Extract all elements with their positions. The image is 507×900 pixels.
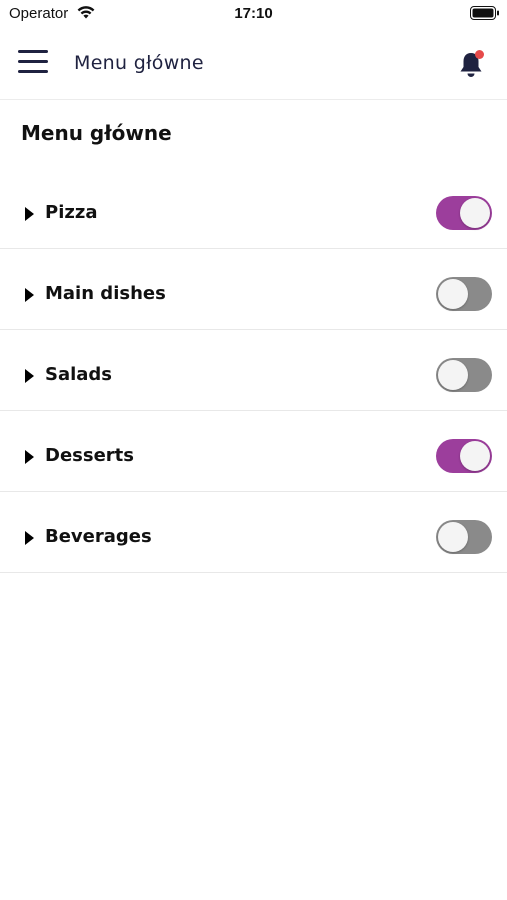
status-bar: Operator 17:10: [0, 0, 507, 28]
category-label: Pizza: [45, 202, 98, 223]
toggle-knob: [438, 279, 468, 309]
category-row-salads[interactable]: Salads: [0, 330, 507, 411]
page-title: Menu główne: [21, 121, 172, 145]
caret-right-icon[interactable]: [25, 207, 34, 221]
caret-right-icon[interactable]: [25, 450, 34, 464]
category-toggle[interactable]: [436, 439, 492, 473]
category-label: Beverages: [45, 526, 152, 547]
category-label: Desserts: [45, 445, 134, 466]
toggle-knob: [438, 360, 468, 390]
category-toggle[interactable]: [436, 358, 492, 392]
category-list: Pizza Main dishes Salads Desserts Bevera…: [0, 168, 507, 573]
category-toggle[interactable]: [436, 196, 492, 230]
toggle-knob: [460, 198, 490, 228]
toggle-knob: [438, 522, 468, 552]
app-header: Menu główne: [0, 28, 507, 100]
category-label: Salads: [45, 364, 113, 385]
notification-badge: [475, 50, 484, 59]
category-row-beverages[interactable]: Beverages: [0, 492, 507, 573]
category-toggle[interactable]: [436, 520, 492, 554]
header-title: Menu główne: [74, 52, 204, 74]
category-row-pizza[interactable]: Pizza: [0, 168, 507, 249]
notifications-button[interactable]: [456, 48, 488, 80]
category-row-desserts[interactable]: Desserts: [0, 411, 507, 492]
category-label: Main dishes: [45, 283, 166, 304]
category-row-main-dishes[interactable]: Main dishes: [0, 249, 507, 330]
category-toggle[interactable]: [436, 277, 492, 311]
battery-icon: [470, 6, 499, 20]
status-time: 17:10: [234, 5, 273, 22]
caret-right-icon[interactable]: [25, 531, 34, 545]
caret-right-icon[interactable]: [25, 288, 34, 302]
caret-right-icon[interactable]: [25, 369, 34, 383]
toggle-knob: [460, 441, 490, 471]
hamburger-menu-icon[interactable]: [18, 50, 50, 78]
